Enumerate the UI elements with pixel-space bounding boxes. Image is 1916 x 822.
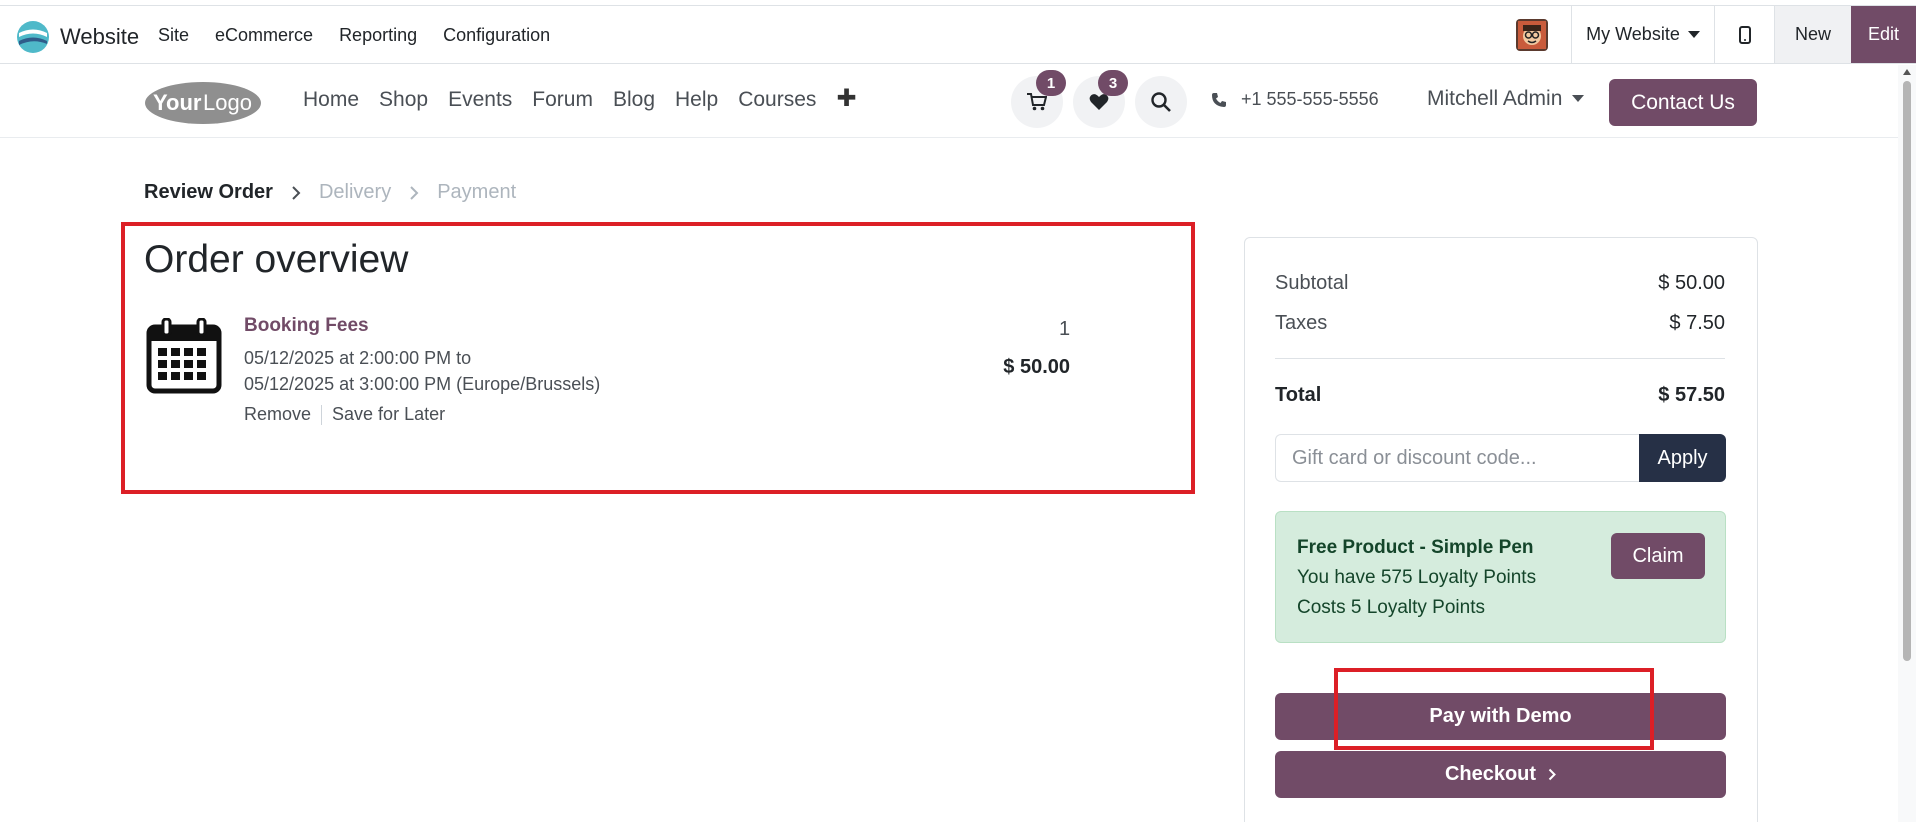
mobile-icon [1738, 25, 1751, 44]
chevron-right-icon [410, 185, 419, 200]
user-name: Mitchell Admin [1427, 87, 1563, 110]
total-value: $ 57.50 [1658, 384, 1725, 406]
order-item-actions: Remove Save for Later [244, 404, 445, 425]
search-button[interactable] [1135, 76, 1187, 128]
user-avatar-cell[interactable] [1492, 6, 1572, 63]
svg-text:Logo: Logo [203, 90, 252, 115]
cart-count-badge: 1 [1036, 70, 1066, 96]
order-item-date-end: 05/12/2025 at 3:00:00 PM (Europe/Brussel… [244, 374, 601, 394]
save-for-later-link[interactable]: Save for Later [332, 404, 445, 425]
website-app-icon [17, 21, 49, 53]
wishlist-button[interactable]: 3 [1073, 70, 1128, 128]
website-selector-label: My Website [1586, 24, 1680, 44]
scroll-up-arrow-icon[interactable] [1903, 69, 1911, 75]
phone-number: +1 555-555-5556 [1241, 89, 1379, 109]
chevron-right-icon [292, 185, 301, 200]
subtotal-value: $ 50.00 [1658, 272, 1725, 294]
user-menu[interactable]: Mitchell Admin [1427, 87, 1585, 111]
promo-code-form: Apply [1275, 434, 1726, 482]
nav-home[interactable]: Home [303, 88, 359, 112]
order-overview-title: Order overview [144, 238, 409, 281]
apply-button[interactable]: Apply [1639, 434, 1726, 482]
caret-down-icon [1572, 95, 1585, 102]
taxes-value: $ 7.50 [1669, 312, 1725, 334]
order-item-date-start: 05/12/2025 at 2:00:00 PM to [244, 348, 472, 368]
avatar-face-icon [1517, 20, 1546, 49]
wishlist-count-badge: 3 [1098, 70, 1128, 96]
add-page-icon[interactable]: ✚ [836, 87, 856, 112]
taxes-label: Taxes [1275, 312, 1328, 334]
nav-courses[interactable]: Courses [738, 88, 816, 112]
step-review-order: Review Order [144, 181, 273, 203]
scrollbar-thumb[interactable] [1903, 81, 1911, 661]
subtotal-row: Subtotal $ 50.00 [1275, 272, 1725, 295]
action-divider [321, 404, 323, 425]
loyalty-reward-card: Free Product - Simple Pen You have 575 L… [1275, 511, 1726, 643]
summary-divider [1275, 358, 1725, 359]
admin-menu: Site eCommerce Reporting Configuration [158, 25, 550, 46]
order-item-price: $ 50.00 [1003, 356, 1070, 378]
menu-site[interactable]: Site [158, 25, 189, 46]
nav-forum[interactable]: Forum [532, 88, 593, 112]
step-delivery: Delivery [318, 181, 392, 203]
remove-link[interactable]: Remove [244, 404, 311, 425]
checkout-steps: Review Order Delivery Payment [144, 181, 516, 204]
pay-button-highlight [1334, 668, 1654, 750]
cart-icon [1027, 93, 1047, 111]
heart-icon [1089, 94, 1109, 110]
nav-shop[interactable]: Shop [379, 88, 428, 112]
site-header: Your Logo Home Shop Events Forum Blog He… [0, 65, 1898, 138]
admin-bar-right: My Website New Edit [1492, 6, 1916, 63]
order-item-name[interactable]: Booking Fees [244, 315, 369, 337]
nav-help[interactable]: Help [675, 88, 718, 112]
nav-blog[interactable]: Blog [613, 88, 655, 112]
svg-text:Your: Your [153, 90, 202, 115]
claim-button[interactable]: Claim [1611, 533, 1705, 579]
phone-icon [1212, 92, 1226, 107]
mobile-preview-button[interactable] [1715, 6, 1775, 63]
checkout-button[interactable]: Checkout [1275, 751, 1726, 798]
app-name: Website [60, 24, 140, 49]
site-nav: Home Shop Events Forum Blog Help Courses… [303, 87, 857, 112]
cart-button[interactable]: 1 [1011, 70, 1066, 128]
contact-us-button[interactable]: Contact Us [1609, 79, 1757, 126]
menu-reporting[interactable]: Reporting [339, 25, 417, 46]
page-scrollbar[interactable] [1898, 65, 1916, 822]
avatar [1515, 18, 1548, 51]
reward-points-cost: Costs 5 Loyalty Points [1297, 597, 1485, 618]
menu-ecommerce[interactable]: eCommerce [215, 25, 313, 46]
chevron-right-icon [1548, 768, 1556, 781]
phone-link[interactable]: +1 555-555-5556 [1211, 89, 1379, 110]
reward-points-balance: You have 575 Loyalty Points [1297, 567, 1537, 588]
nav-events[interactable]: Events [448, 88, 512, 112]
new-button[interactable]: New [1775, 6, 1851, 63]
total-row: Total $ 57.50 [1275, 384, 1725, 407]
caret-down-icon [1687, 30, 1700, 38]
site-logo[interactable]: Your Logo [143, 79, 264, 126]
taxes-row: Taxes $ 7.50 [1275, 312, 1725, 335]
promo-code-input[interactable] [1275, 434, 1639, 482]
admin-bar: Website Site eCommerce Reporting Configu… [0, 5, 1916, 64]
total-label: Total [1275, 384, 1322, 406]
order-item-quantity: 1 [1059, 318, 1071, 340]
step-payment: Payment [437, 181, 517, 203]
app-brand[interactable]: Website [16, 20, 139, 54]
calendar-icon [146, 318, 222, 394]
website-selector[interactable]: My Website [1572, 6, 1715, 63]
edit-button[interactable]: Edit [1851, 6, 1916, 63]
menu-configuration[interactable]: Configuration [443, 25, 550, 46]
subtotal-label: Subtotal [1275, 272, 1349, 294]
reward-title: Free Product - Simple Pen [1297, 537, 1534, 558]
search-icon [1151, 92, 1171, 112]
checkout-label: Checkout [1444, 763, 1537, 785]
